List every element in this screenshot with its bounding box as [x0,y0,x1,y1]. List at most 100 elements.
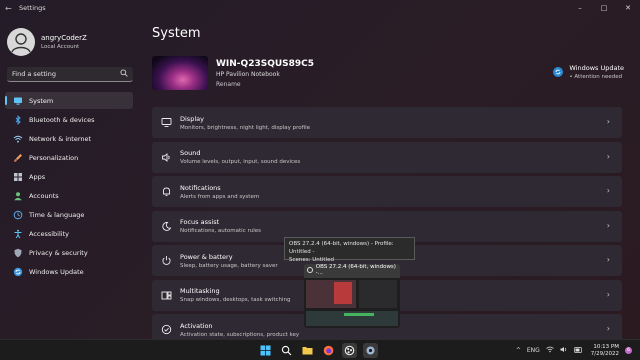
card-title: Activation [180,321,213,330]
bluetooth-icon [13,114,23,125]
chevron-right-icon: › [606,117,610,126]
tray-overflow-chevron[interactable]: ^ [516,347,521,354]
firefox-icon[interactable] [321,343,336,358]
sidebar-item-personalization[interactable]: Personalization [5,149,133,166]
device-header: WIN-Q23SQUS89C5 HP Pavilion Notebook Ren… [152,56,314,90]
sidebar-item-bluetooth[interactable]: Bluetooth & devices [5,111,133,128]
person-icon [11,33,31,53]
search-input[interactable]: Find a setting [7,67,133,82]
card-description: Monitors, brightness, night light, displ… [180,124,311,131]
user-name: angryCoderZ [41,34,87,42]
settings-gear-icon[interactable] [363,343,378,358]
sidebar-item-accounts[interactable]: Accounts [5,187,133,204]
sidebar-item-apps[interactable]: Apps [5,168,133,185]
rename-link[interactable]: Rename [216,81,314,88]
start-icon[interactable] [258,343,273,358]
card-display[interactable]: Display Monitors, brightness, night ligh… [152,107,622,138]
avatar [7,28,35,56]
windows-update-status[interactable]: Windows Update • Attention needed [553,64,624,80]
person-icon [13,191,23,201]
sidebar-item-system[interactable]: System [5,92,133,109]
sidebar-item-label: Apps [29,172,46,181]
obs-icon [307,267,313,273]
card-title: Display [180,114,204,123]
clock-time: 10:13 PM [593,343,619,350]
card-title: Multitasking [180,287,220,295]
taskbar: ^ ENG 10:13 PM 7/29/2022 6 [0,339,640,360]
sidebar-item-label: Bluetooth & devices [29,115,95,124]
account-type: Local Account [41,44,80,50]
user-profile[interactable]: angryCoderZ Local Account [7,28,87,56]
taskbar-apps [258,343,384,358]
moon-icon [160,220,172,232]
preview-thumbnail [304,278,400,328]
search-icon [120,69,128,79]
card-description: Alerts from apps and system [180,193,260,200]
chevron-right-icon: › [606,151,610,161]
wifi-icon[interactable] [546,346,554,355]
update-icon [553,67,564,77]
title-bar: ← Settings – □ ✕ [0,0,640,16]
tooltip-line-2: Scenes: Untitled [289,257,334,263]
power-icon [160,255,172,267]
accessibility-icon [13,229,23,239]
chevron-right-icon: › [606,255,610,264]
preview-title: OBS 27.2.4 (64-bit, windows) -... [315,264,396,276]
apps-icon [13,172,23,182]
language-indicator[interactable]: ENG [527,347,540,354]
card-title: Power & battery [180,252,233,261]
volume-icon[interactable] [560,346,568,355]
obs-icon[interactable] [342,343,357,358]
card-notifications[interactable]: Notifications Alerts from apps and syste… [152,176,622,207]
sidebar-item-label: Time & language [29,210,85,219]
search-icon[interactable] [279,343,294,358]
card-title: Notifications [180,183,221,192]
sidebar-item-label: Personalization [29,153,79,162]
card-description: Volume levels, output, input, sound devi… [180,159,301,165]
preview-header: OBS 27.2.4 (64-bit, windows) -... [304,264,400,276]
card-description: Notifications, automatic rules [180,228,262,234]
multitask-icon [160,289,172,301]
windows-update-status-text: • Attention needed [569,74,623,80]
card-title: Sound [180,149,201,157]
chevron-right-icon: › [606,220,610,230]
device-name: WIN-Q23SQUS89C5 [216,59,315,69]
card-title: Focus assist [180,218,220,226]
device-model: HP Pavilion Notebook [216,71,280,78]
notification-badge[interactable]: 6 [625,347,632,354]
file-explorer-icon[interactable] [300,343,315,358]
sidebar-item-label: System [29,96,54,105]
maximize-button[interactable]: □ [592,0,616,16]
check-circle-icon [160,324,172,336]
card-description: Sleep, battery usage, battery saver [180,262,278,269]
update-icon [13,267,23,277]
obs-window-preview[interactable]: OBS 27.2.4 (64-bit, windows) -... [304,264,400,328]
sidebar-item-label: Windows Update [29,267,84,276]
battery-icon[interactable] [573,346,583,355]
clock[interactable]: 10:13 PM 7/29/2022 [591,344,619,358]
shield-icon [13,248,23,258]
sidebar-item-time-language[interactable]: Time & language [5,206,133,223]
window-controls: – □ ✕ [568,0,640,16]
sidebar-item-network[interactable]: Network & internet [5,130,133,147]
wallpaper-thumbnail [152,56,208,90]
sidebar-item-windows-update[interactable]: Windows Update [5,263,133,280]
card-sound[interactable]: Sound Volume levels, output, input, soun… [152,141,622,173]
display-icon [160,117,172,129]
back-arrow-icon[interactable]: ← [5,4,19,13]
minimize-button[interactable]: – [568,0,592,16]
chevron-right-icon: › [606,186,610,195]
chevron-right-icon: › [606,324,610,333]
sidebar-item-accessibility[interactable]: Accessibility [5,225,133,242]
close-button[interactable]: ✕ [616,0,640,16]
card-description: Activation state, subscriptions, product… [180,331,300,338]
window-title: Settings [19,4,46,12]
sidebar-item-label: Accounts [29,191,59,200]
card-description: Snap windows, desktops, task switching [180,297,291,303]
speaker-icon [160,151,172,163]
search-placeholder: Find a setting [12,70,56,78]
brush-icon [13,153,23,163]
sidebar-item-privacy[interactable]: Privacy & security [5,244,133,261]
status-text: Attention needed [574,74,623,80]
wifi-icon [13,134,23,144]
